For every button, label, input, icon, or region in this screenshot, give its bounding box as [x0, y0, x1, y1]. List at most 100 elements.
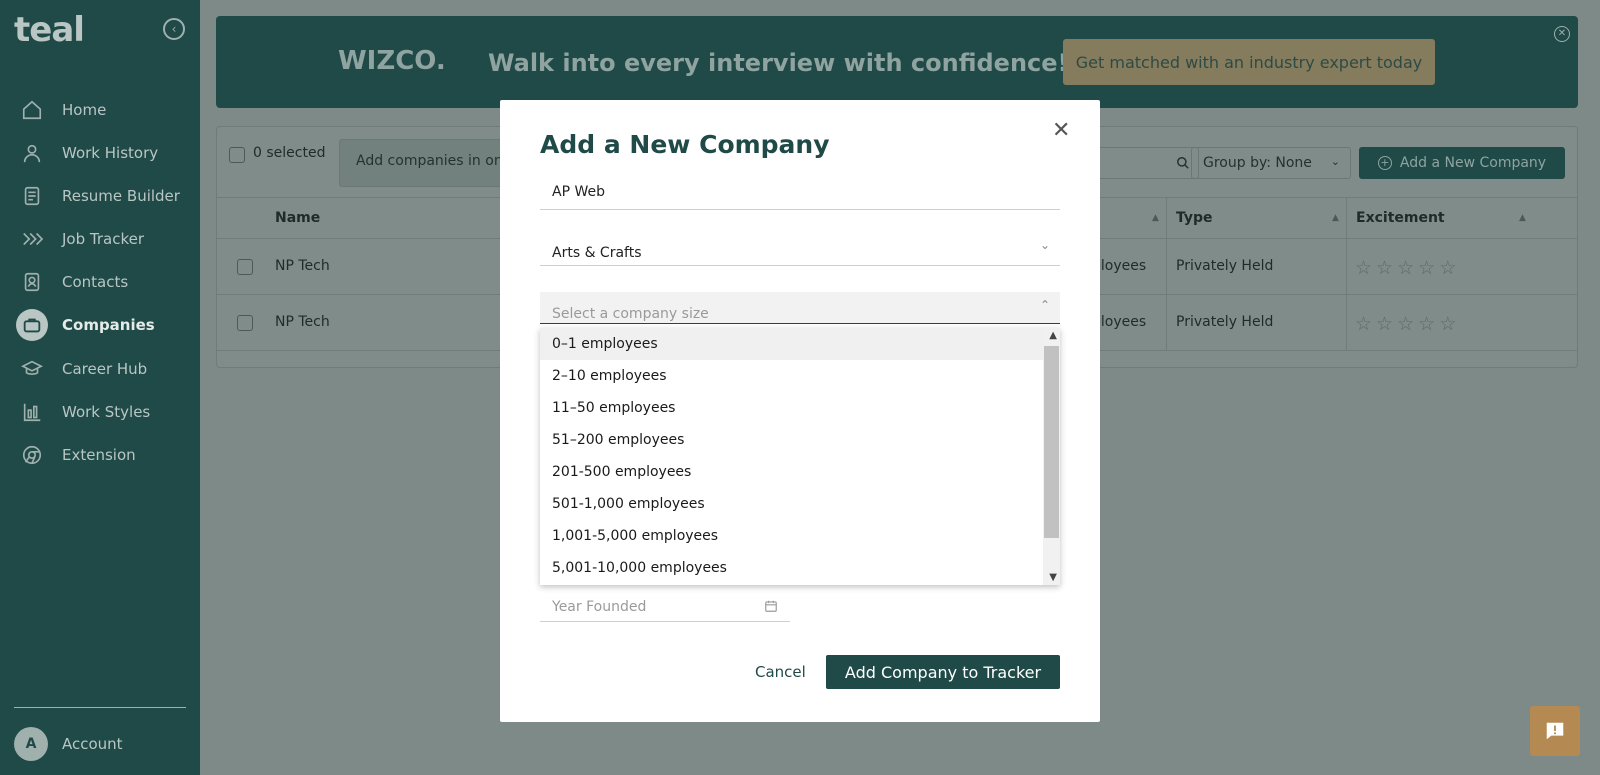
add-company-to-tracker-button[interactable]: Add Company to Tracker: [826, 655, 1060, 689]
company-name-field[interactable]: AP Web: [540, 180, 1060, 210]
row-checkbox[interactable]: [237, 259, 253, 275]
excitement-rating[interactable]: ☆ ☆ ☆ ☆ ☆: [1355, 259, 1456, 278]
calendar-icon[interactable]: [764, 599, 778, 613]
row-checkbox[interactable]: [237, 315, 253, 331]
sidebar-item-home[interactable]: Home: [14, 91, 186, 129]
selected-count: 0 selected: [253, 145, 326, 161]
chevron-down-icon: ⌄: [1039, 238, 1050, 252]
contacts-icon: [16, 266, 48, 298]
select-all-checkbox[interactable]: [229, 147, 245, 163]
star-icon[interactable]: ☆: [1397, 259, 1414, 278]
size-option[interactable]: 501-1,000 employees: [540, 488, 1043, 520]
column-header-type[interactable]: Type: [1176, 210, 1213, 226]
star-icon[interactable]: ☆: [1439, 259, 1456, 278]
sidebar: teal ‹ Home Work History Resume Builder …: [0, 0, 200, 775]
industry-value: Arts & Crafts: [552, 245, 642, 261]
chevron-down-icon: ⌄: [1330, 155, 1340, 168]
star-icon[interactable]: ☆: [1376, 315, 1393, 334]
column-divider: [1346, 239, 1347, 295]
size-option[interactable]: 1,001-5,000 employees: [540, 520, 1043, 552]
sidebar-item-work-styles[interactable]: Work Styles: [14, 393, 186, 431]
company-size: ployees: [1092, 314, 1147, 330]
company-name[interactable]: NP Tech: [275, 314, 330, 330]
sidebar-item-job-tracker[interactable]: Job Tracker: [14, 220, 186, 258]
company-type: Privately Held: [1176, 258, 1274, 274]
sidebar-item-resume-builder[interactable]: Resume Builder: [14, 177, 186, 215]
add-company-modal: Add a New Company ✕ AP Web Arts & Crafts…: [500, 100, 1100, 722]
close-banner-icon[interactable]: ✕: [1554, 26, 1570, 42]
sidebar-item-career-hub[interactable]: Career Hub: [14, 350, 186, 388]
sort-icon[interactable]: ▲: [1519, 213, 1526, 223]
star-icon[interactable]: ☆: [1355, 259, 1372, 278]
sidebar-item-extension[interactable]: Extension: [14, 436, 186, 474]
company-size: ployees: [1092, 258, 1147, 274]
size-option[interactable]: 0–1 employees: [540, 328, 1043, 360]
chevrons-icon: [16, 223, 48, 255]
size-option[interactable]: 2–10 employees: [540, 360, 1043, 392]
size-option[interactable]: 11–50 employees: [540, 392, 1043, 424]
sidebar-item-companies[interactable]: Companies: [14, 306, 186, 344]
add-new-company-label: Add a New Company: [1399, 155, 1547, 171]
column-divider: [1166, 239, 1167, 295]
scrollbar-thumb[interactable]: [1044, 346, 1059, 538]
column-header-name[interactable]: Name: [275, 210, 320, 226]
star-icon[interactable]: ☆: [1355, 315, 1372, 334]
sidebar-item-label: Extension: [62, 446, 136, 464]
avatar: A: [14, 727, 48, 761]
size-option[interactable]: 51–200 employees: [540, 424, 1043, 456]
group-by-label: Group by: None: [1203, 155, 1312, 171]
chrome-icon: [16, 439, 48, 471]
sidebar-item-label: Job Tracker: [62, 230, 145, 248]
cancel-button[interactable]: Cancel: [755, 663, 806, 681]
scroll-down-icon[interactable]: ▼: [1049, 572, 1057, 583]
star-icon[interactable]: ☆: [1376, 259, 1393, 278]
size-option[interactable]: 5,001-10,000 employees: [540, 552, 1043, 584]
star-icon[interactable]: ☆: [1418, 315, 1435, 334]
column-divider: [1166, 295, 1167, 351]
bar-chart-icon: [16, 396, 48, 428]
column-header-excitement[interactable]: Excitement: [1356, 210, 1445, 226]
column-divider: [1166, 198, 1167, 240]
account-menu[interactable]: A Account: [14, 727, 123, 761]
dropdown-scrollbar[interactable]: ▲ ▼: [1043, 328, 1060, 585]
teal-logo[interactable]: teal: [14, 10, 85, 50]
scroll-up-icon[interactable]: ▲: [1049, 330, 1057, 341]
modal-title: Add a New Company: [540, 130, 830, 159]
group-by-select[interactable]: Group by: None ⌄: [1191, 147, 1351, 179]
briefcase-icon: [16, 309, 48, 341]
wizco-logo: WIZCO.: [338, 46, 446, 76]
sort-icon[interactable]: ▲: [1332, 213, 1339, 223]
company-size-select[interactable]: Select a company size ⌃: [540, 292, 1060, 324]
document-icon: [16, 180, 48, 212]
excitement-rating[interactable]: ☆ ☆ ☆ ☆ ☆: [1355, 315, 1456, 334]
year-founded-field[interactable]: Year Founded: [540, 590, 790, 622]
sidebar-divider: [14, 707, 186, 708]
company-size-dropdown[interactable]: 0–1 employees 2–10 employees 11–50 emplo…: [540, 328, 1060, 585]
add-new-company-button[interactable]: + Add a New Company: [1359, 147, 1565, 179]
year-founded-placeholder: Year Founded: [552, 599, 647, 615]
search-icon: [1177, 157, 1189, 169]
plus-circle-icon: +: [1377, 156, 1392, 170]
close-icon[interactable]: ✕: [1052, 118, 1070, 143]
sidebar-item-label: Home: [62, 101, 107, 119]
collapse-sidebar-icon[interactable]: ‹: [163, 18, 185, 40]
star-icon[interactable]: ☆: [1439, 315, 1456, 334]
star-icon[interactable]: ☆: [1418, 259, 1435, 278]
feedback-button[interactable]: [1530, 706, 1580, 756]
promo-banner: WIZCO. Walk into every interview with co…: [216, 16, 1578, 108]
column-divider: [1346, 198, 1347, 240]
sidebar-item-contacts[interactable]: Contacts: [14, 263, 186, 301]
company-name[interactable]: NP Tech: [275, 258, 330, 274]
industry-select[interactable]: Arts & Crafts ⌄: [540, 230, 1060, 266]
company-type: Privately Held: [1176, 314, 1274, 330]
sidebar-item-work-history[interactable]: Work History: [14, 134, 186, 172]
chevron-up-icon: ⌃: [1039, 298, 1050, 312]
star-icon[interactable]: ☆: [1397, 315, 1414, 334]
graduation-cap-icon: [16, 353, 48, 385]
banner-cta-button[interactable]: Get matched with an industry expert toda…: [1063, 39, 1435, 85]
size-option[interactable]: 201-500 employees: [540, 456, 1043, 488]
person-icon: [16, 137, 48, 169]
company-size-placeholder: Select a company size: [552, 306, 709, 322]
sidebar-item-label: Resume Builder: [62, 187, 180, 205]
sort-icon[interactable]: ▲: [1152, 213, 1159, 223]
